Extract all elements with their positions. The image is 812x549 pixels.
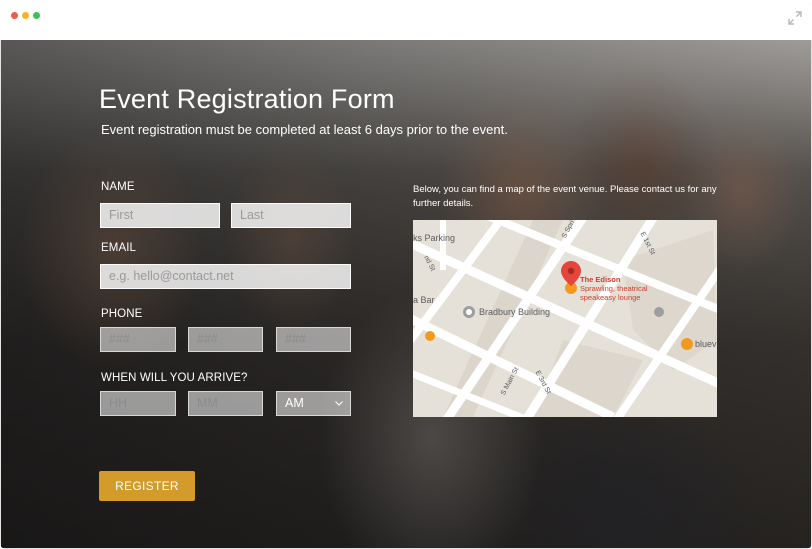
maximize-window-icon[interactable] <box>33 12 40 19</box>
hero-background: Event Registration Form Event registrati… <box>1 40 811 548</box>
phone-part-3-input[interactable]: ### <box>276 327 351 352</box>
window-titlebar <box>0 0 812 40</box>
first-name-input[interactable]: First <box>100 203 220 228</box>
page-subtitle: Event registration must be completed at … <box>101 122 508 137</box>
arrival-minute-input[interactable]: MM <box>188 391 263 416</box>
ampm-selected-value: AM <box>285 396 304 410</box>
minimize-window-icon[interactable] <box>22 12 29 19</box>
venue-description: Sprawling, theatrical speakeasy lounge <box>580 284 648 302</box>
map-label-bradbury: Bradbury Building <box>479 307 551 317</box>
chevron-down-icon <box>335 401 343 406</box>
venue-name: The Edison <box>580 275 621 284</box>
page-title: Event Registration Form <box>99 84 395 114</box>
register-button[interactable]: REGISTER <box>99 471 195 501</box>
venue-map[interactable]: ks Parking a Bar Bradbury Building bluev… <box>413 220 717 417</box>
phone-part-1-input[interactable]: ### <box>100 327 176 352</box>
expand-arrows-icon[interactable] <box>788 11 802 25</box>
map-label-bar: a Bar <box>413 295 435 305</box>
last-name-input[interactable]: Last <box>231 203 351 228</box>
map-label-bluev: bluev <box>695 339 717 349</box>
map-description: Below, you can find a map of the event v… <box>413 184 717 209</box>
phone-part-2-input[interactable]: ### <box>188 327 263 352</box>
arrival-label: WHEN WILL YOU ARRIVE? <box>101 372 248 384</box>
arrival-ampm-select[interactable]: AM <box>276 391 351 416</box>
phone-label: PHONE <box>101 308 143 320</box>
arrival-hour-input[interactable]: HH <box>100 391 176 416</box>
map-label-parking: ks Parking <box>413 233 456 243</box>
close-window-icon[interactable] <box>11 12 18 19</box>
browser-window: Event Registration Form Event registrati… <box>0 0 812 549</box>
name-label: NAME <box>101 181 135 193</box>
map-streets <box>413 220 717 417</box>
email-input[interactable]: e.g. hello@contact.net <box>100 264 351 289</box>
email-label: EMAIL <box>101 242 137 254</box>
